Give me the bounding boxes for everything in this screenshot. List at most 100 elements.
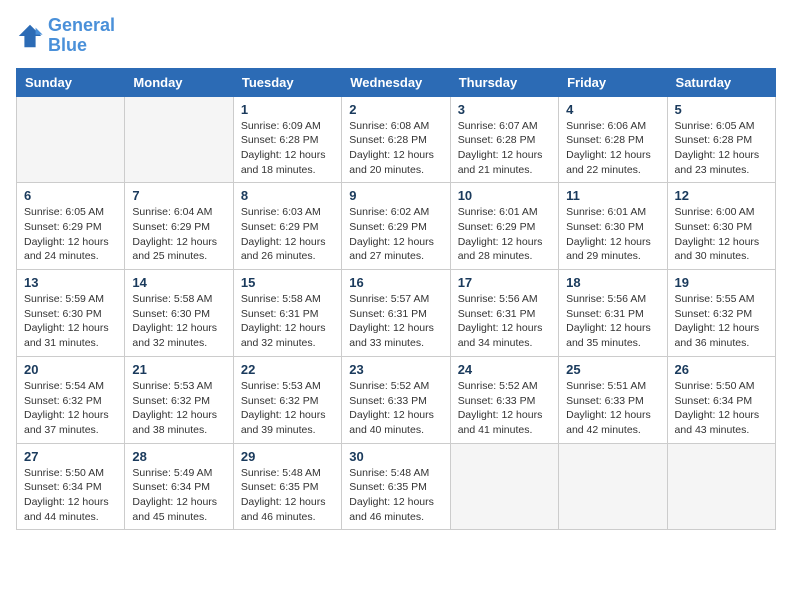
calendar-cell: 21 Sunrise: 5:53 AMSunset: 6:32 PMDayligh… <box>125 356 233 443</box>
day-number: 3 <box>458 102 551 117</box>
day-number: 12 <box>675 188 768 203</box>
calendar-cell: 7Sunrise: 6:04 AMSunset: 6:29 PMDaylight… <box>125 183 233 270</box>
calendar-cell: 1Sunrise: 6:09 AMSunset: 6:28 PMDaylight… <box>233 96 341 183</box>
day-info: Sunrise: 6:07 AMSunset: 6:28 PMDaylight:… <box>458 119 551 178</box>
day-number: 18 <box>566 275 659 290</box>
day-info: Sunrise: 5:48 AMSunset: 6:35 PMDaylight:… <box>241 466 334 525</box>
day-number: 23 <box>349 362 442 377</box>
day-number: 15 <box>241 275 334 290</box>
calendar-cell: 6 Sunrise: 6:05 AMSunset: 6:29 PMDaylight… <box>17 183 125 270</box>
day-number: 4 <box>566 102 659 117</box>
day-number: 5 <box>675 102 768 117</box>
calendar-cell <box>17 96 125 183</box>
calendar-cell: 25 Sunrise: 5:51 AMSunset: 6:33 PMDayligh… <box>559 356 667 443</box>
calendar-cell: 10 Sunrise: 6:01 AMSunset: 6:29 PMDayligh… <box>450 183 558 270</box>
day-info: Sunrise: 5:52 AMSunset: 6:33 PMDaylight:… <box>349 379 442 438</box>
day-info: Sunrise: 5:52 AMSunset: 6:33 PMDaylight:… <box>458 379 551 438</box>
day-info: Sunrise: 6:06 AMSunset: 6:28 PMDaylight:… <box>566 119 659 178</box>
day-info: Sunrise: 6:08 AMSunset: 6:28 PMDaylight:… <box>349 119 442 178</box>
day-number: 26 <box>675 362 768 377</box>
day-info: Sunrise: 5:50 AMSunset: 6:34 PMDaylight:… <box>675 379 768 438</box>
page-header: General Blue <box>16 16 776 56</box>
day-info: Sunrise: 5:53 AMSunset: 6:32 PMDaylight:… <box>241 379 334 438</box>
calendar-cell: 24Sunrise: 5:52 AMSunset: 6:33 PMDayligh… <box>450 356 558 443</box>
day-number: 6 <box>24 188 117 203</box>
calendar-cell: 20Sunrise: 5:54 AMSunset: 6:32 PMDayligh… <box>17 356 125 443</box>
calendar-week-row: 27 Sunrise: 5:50 AMSunset: 6:34 PMDayligh… <box>17 443 776 530</box>
calendar-cell: 9 Sunrise: 6:02 AMSunset: 6:29 PMDaylight… <box>342 183 450 270</box>
calendar-cell: 13 Sunrise: 5:59 AMSunset: 6:30 PMDayligh… <box>17 270 125 357</box>
day-number: 21 <box>132 362 225 377</box>
calendar-cell <box>125 96 233 183</box>
day-number: 19 <box>675 275 768 290</box>
calendar-cell: 29 Sunrise: 5:48 AMSunset: 6:35 PMDayligh… <box>233 443 341 530</box>
calendar-day-header: Thursday <box>450 68 558 96</box>
calendar-cell: 23 Sunrise: 5:52 AMSunset: 6:33 PMDayligh… <box>342 356 450 443</box>
day-info: Sunrise: 5:48 AMSunset: 6:35 PMDaylight:… <box>349 466 442 525</box>
calendar-cell: 19 Sunrise: 5:55 AMSunset: 6:32 PMDayligh… <box>667 270 775 357</box>
calendar-cell: 4 Sunrise: 6:06 AMSunset: 6:28 PMDaylight… <box>559 96 667 183</box>
calendar-day-header: Friday <box>559 68 667 96</box>
day-info: Sunrise: 5:51 AMSunset: 6:33 PMDaylight:… <box>566 379 659 438</box>
calendar-cell: 16Sunrise: 5:57 AMSunset: 6:31 PMDayligh… <box>342 270 450 357</box>
day-number: 7 <box>132 188 225 203</box>
day-number: 1 <box>241 102 334 117</box>
day-number: 2 <box>349 102 442 117</box>
day-info: Sunrise: 6:01 AMSunset: 6:30 PMDaylight:… <box>566 205 659 264</box>
day-number: 16 <box>349 275 442 290</box>
calendar-cell: 26 Sunrise: 5:50 AMSunset: 6:34 PMDayligh… <box>667 356 775 443</box>
calendar-cell <box>559 443 667 530</box>
day-info: Sunrise: 6:00 AMSunset: 6:30 PMDaylight:… <box>675 205 768 264</box>
calendar-cell: 11 Sunrise: 6:01 AMSunset: 6:30 PMDayligh… <box>559 183 667 270</box>
day-number: 30 <box>349 449 442 464</box>
calendar-day-header: Monday <box>125 68 233 96</box>
calendar-cell: 28 Sunrise: 5:49 AMSunset: 6:34 PMDayligh… <box>125 443 233 530</box>
day-info: Sunrise: 5:56 AMSunset: 6:31 PMDaylight:… <box>566 292 659 351</box>
day-info: Sunrise: 6:03 AMSunset: 6:29 PMDaylight:… <box>241 205 334 264</box>
day-number: 17 <box>458 275 551 290</box>
day-number: 9 <box>349 188 442 203</box>
day-number: 11 <box>566 188 659 203</box>
day-info: Sunrise: 5:58 AMSunset: 6:30 PMDaylight:… <box>132 292 225 351</box>
day-number: 29 <box>241 449 334 464</box>
day-number: 10 <box>458 188 551 203</box>
calendar-cell <box>450 443 558 530</box>
day-info: Sunrise: 5:56 AMSunset: 6:31 PMDaylight:… <box>458 292 551 351</box>
day-info: Sunrise: 6:01 AMSunset: 6:29 PMDaylight:… <box>458 205 551 264</box>
logo-text: General Blue <box>48 16 115 56</box>
calendar-cell: 2 Sunrise: 6:08 AMSunset: 6:28 PMDaylight… <box>342 96 450 183</box>
day-info: Sunrise: 6:02 AMSunset: 6:29 PMDaylight:… <box>349 205 442 264</box>
day-number: 25 <box>566 362 659 377</box>
calendar-cell <box>667 443 775 530</box>
day-info: Sunrise: 5:49 AMSunset: 6:34 PMDaylight:… <box>132 466 225 525</box>
day-info: Sunrise: 5:50 AMSunset: 6:34 PMDaylight:… <box>24 466 117 525</box>
logo-icon <box>16 22 44 50</box>
day-number: 27 <box>24 449 117 464</box>
calendar-cell: 27 Sunrise: 5:50 AMSunset: 6:34 PMDayligh… <box>17 443 125 530</box>
calendar-header-row: SundayMondayTuesdayWednesdayThursdayFrid… <box>17 68 776 96</box>
day-number: 14 <box>132 275 225 290</box>
calendar-cell: 14 Sunrise: 5:58 AMSunset: 6:30 PMDayligh… <box>125 270 233 357</box>
day-info: Sunrise: 6:05 AMSunset: 6:29 PMDaylight:… <box>24 205 117 264</box>
day-number: 28 <box>132 449 225 464</box>
day-number: 22 <box>241 362 334 377</box>
calendar-cell: 18 Sunrise: 5:56 AMSunset: 6:31 PMDayligh… <box>559 270 667 357</box>
calendar-cell: 5 Sunrise: 6:05 AMSunset: 6:28 PMDaylight… <box>667 96 775 183</box>
calendar-cell: 22 Sunrise: 5:53 AMSunset: 6:32 PMDayligh… <box>233 356 341 443</box>
calendar-cell: 17 Sunrise: 5:56 AMSunset: 6:31 PMDayligh… <box>450 270 558 357</box>
calendar-week-row: 1Sunrise: 6:09 AMSunset: 6:28 PMDaylight… <box>17 96 776 183</box>
calendar-cell: 15 Sunrise: 5:58 AMSunset: 6:31 PMDayligh… <box>233 270 341 357</box>
day-info: Sunrise: 6:05 AMSunset: 6:28 PMDaylight:… <box>675 119 768 178</box>
day-info: Sunrise: 5:59 AMSunset: 6:30 PMDaylight:… <box>24 292 117 351</box>
calendar-cell: 3 Sunrise: 6:07 AMSunset: 6:28 PMDaylight… <box>450 96 558 183</box>
calendar-cell: 30 Sunrise: 5:48 AMSunset: 6:35 PMDayligh… <box>342 443 450 530</box>
calendar-day-header: Sunday <box>17 68 125 96</box>
day-info: Sunrise: 5:53 AMSunset: 6:32 PMDaylight:… <box>132 379 225 438</box>
calendar-table: SundayMondayTuesdayWednesdayThursdayFrid… <box>16 68 776 531</box>
day-info: Sunrise: 5:58 AMSunset: 6:31 PMDaylight:… <box>241 292 334 351</box>
day-number: 13 <box>24 275 117 290</box>
calendar-week-row: 13 Sunrise: 5:59 AMSunset: 6:30 PMDayligh… <box>17 270 776 357</box>
day-info: Sunrise: 5:55 AMSunset: 6:32 PMDaylight:… <box>675 292 768 351</box>
calendar-cell: 12 Sunrise: 6:00 AMSunset: 6:30 PMDayligh… <box>667 183 775 270</box>
logo: General Blue <box>16 16 115 56</box>
